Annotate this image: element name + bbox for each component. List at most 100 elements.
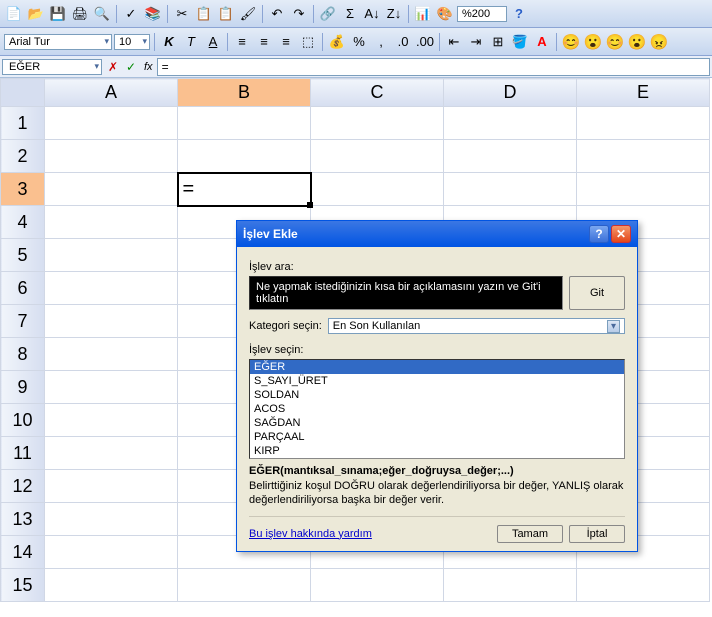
col-header-c[interactable]: C (311, 79, 444, 107)
merge-cells-icon[interactable]: ⬚ (298, 32, 318, 52)
cell[interactable] (45, 305, 178, 338)
row-header[interactable]: 15 (1, 569, 45, 602)
emoji-happy-icon[interactable]: 😊 (605, 32, 625, 52)
comma-icon[interactable]: , (371, 32, 391, 52)
cell[interactable] (311, 107, 444, 140)
format-painter-icon[interactable]: 🖌 (238, 4, 258, 24)
new-icon[interactable]: 📄 (4, 4, 24, 24)
category-select[interactable]: En Son Kullanılan (328, 318, 625, 334)
fx-icon[interactable]: fx (140, 61, 157, 73)
increase-indent-icon[interactable]: ⇥ (466, 32, 486, 52)
select-all-corner[interactable] (1, 79, 45, 107)
cell[interactable] (577, 107, 710, 140)
cell[interactable] (45, 503, 178, 536)
decrease-decimal-icon[interactable]: .00 (415, 32, 435, 52)
drawing-icon[interactable]: 🎨 (435, 4, 455, 24)
cell[interactable] (577, 569, 710, 602)
font-color-icon[interactable]: A (532, 32, 552, 52)
dialog-close-button[interactable]: ✕ (611, 225, 631, 243)
align-left-icon[interactable]: ≡ (232, 32, 252, 52)
preview-icon[interactable]: 🔍 (92, 4, 112, 24)
cell[interactable] (444, 173, 577, 206)
function-item[interactable]: KIRP (250, 444, 624, 458)
row-header[interactable]: 3 (1, 173, 45, 206)
cell[interactable] (311, 173, 444, 206)
dialog-help-button[interactable]: ? (589, 225, 609, 243)
cell[interactable] (45, 107, 178, 140)
emoji-angry-icon[interactable]: 😠 (649, 32, 669, 52)
row-header[interactable]: 12 (1, 470, 45, 503)
row-header[interactable]: 7 (1, 305, 45, 338)
increase-decimal-icon[interactable]: .0 (393, 32, 413, 52)
research-icon[interactable]: 📚 (143, 4, 163, 24)
align-center-icon[interactable]: ≡ (254, 32, 274, 52)
row-header[interactable]: 8 (1, 338, 45, 371)
cell[interactable] (178, 569, 311, 602)
row-header[interactable]: 13 (1, 503, 45, 536)
fill-color-icon[interactable]: 🪣 (510, 32, 530, 52)
enter-formula-button[interactable]: ✓ (122, 60, 140, 74)
cell[interactable] (444, 569, 577, 602)
row-header[interactable]: 9 (1, 371, 45, 404)
help-icon[interactable]: ? (509, 4, 529, 24)
sort-desc-icon[interactable]: Z↓ (384, 4, 404, 24)
function-item[interactable]: EĞER (250, 360, 624, 374)
sort-asc-icon[interactable]: A↓ (362, 4, 382, 24)
function-item[interactable]: SOLDAN (250, 388, 624, 402)
col-header-d[interactable]: D (444, 79, 577, 107)
zoom-input[interactable]: %200 (457, 6, 507, 22)
cell[interactable] (45, 239, 178, 272)
row-header[interactable]: 6 (1, 272, 45, 305)
undo-icon[interactable]: ↶ (267, 4, 287, 24)
paste-icon[interactable]: 📋 (216, 4, 236, 24)
row-header[interactable]: 4 (1, 206, 45, 239)
cell[interactable] (178, 140, 311, 173)
function-item[interactable]: PARÇAAL (250, 430, 624, 444)
cell[interactable] (45, 272, 178, 305)
emoji-surprised-icon[interactable]: 😮 (583, 32, 603, 52)
cell[interactable] (45, 404, 178, 437)
cell[interactable] (577, 140, 710, 173)
borders-icon[interactable]: ⊞ (488, 32, 508, 52)
col-header-b[interactable]: B (178, 79, 311, 107)
cell[interactable] (45, 173, 178, 206)
spelling-icon[interactable]: ✓ (121, 4, 141, 24)
cell-b3[interactable]: = (178, 173, 311, 206)
emoji-smile-icon[interactable]: 😊 (561, 32, 581, 52)
autosum-icon[interactable]: Σ (340, 4, 360, 24)
cell[interactable] (178, 107, 311, 140)
row-header[interactable]: 10 (1, 404, 45, 437)
function-listbox[interactable]: EĞER S_SAYI_ÜRET SOLDAN ACOS SAĞDAN PARÇ… (249, 359, 625, 459)
cell[interactable] (45, 371, 178, 404)
cell[interactable] (311, 140, 444, 173)
col-header-e[interactable]: E (577, 79, 710, 107)
cell[interactable] (45, 338, 178, 371)
cell[interactable] (311, 569, 444, 602)
copy-icon[interactable]: 📋 (194, 4, 214, 24)
font-select[interactable]: Arial Tur (4, 34, 112, 50)
row-header[interactable]: 14 (1, 536, 45, 569)
cell[interactable] (45, 470, 178, 503)
open-icon[interactable]: 📂 (26, 4, 46, 24)
col-header-a[interactable]: A (45, 79, 178, 107)
ok-button[interactable]: Tamam (497, 525, 563, 543)
row-header[interactable]: 5 (1, 239, 45, 272)
dialog-titlebar[interactable]: İşlev Ekle ? ✕ (237, 221, 637, 247)
percent-icon[interactable]: % (349, 32, 369, 52)
cancel-button[interactable]: İptal (569, 525, 625, 543)
cut-icon[interactable]: ✂ (172, 4, 192, 24)
go-button[interactable]: Git (569, 276, 625, 310)
cell[interactable] (444, 140, 577, 173)
font-size-select[interactable]: 10 (114, 34, 150, 50)
row-header[interactable]: 2 (1, 140, 45, 173)
search-input[interactable]: Ne yapmak istediğinizin kısa bir açıklam… (249, 276, 563, 310)
function-item[interactable]: S_SAYI_ÜRET (250, 374, 624, 388)
cell[interactable] (577, 173, 710, 206)
redo-icon[interactable]: ↷ (289, 4, 309, 24)
print-icon[interactable]: 🖨 (70, 4, 90, 24)
italic-button[interactable]: T (181, 32, 201, 52)
cell[interactable] (45, 536, 178, 569)
function-item[interactable]: SAĞDAN (250, 416, 624, 430)
cell[interactable] (45, 569, 178, 602)
cell[interactable] (45, 206, 178, 239)
